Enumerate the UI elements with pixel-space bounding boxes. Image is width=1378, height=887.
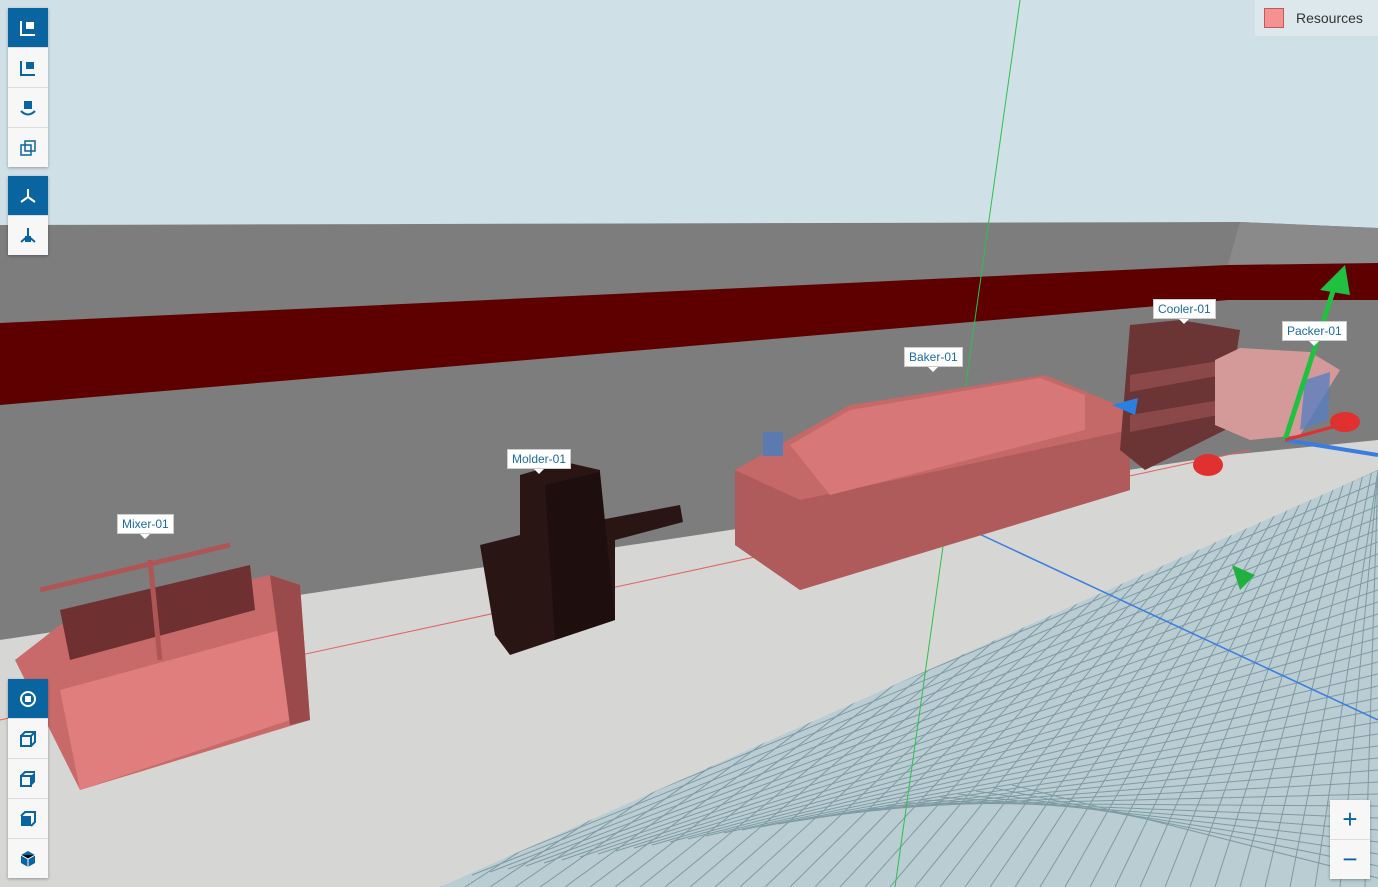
gizmo-rotate-handle[interactable] xyxy=(1193,454,1223,476)
top-view-icon xyxy=(20,810,36,827)
move-object-axes-button[interactable] xyxy=(8,48,48,88)
front-view-button[interactable] xyxy=(8,719,48,759)
rotate-object-button[interactable] xyxy=(8,88,48,128)
legend: Resources xyxy=(1255,0,1378,36)
legend-swatch xyxy=(1264,8,1284,28)
label-baker-01[interactable]: Baker-01 xyxy=(904,347,963,372)
world-axes-icon xyxy=(20,188,36,203)
legend-label: Resources xyxy=(1296,10,1363,26)
rotate-object-icon xyxy=(20,100,36,115)
gizmo-x-handle[interactable] xyxy=(1330,412,1360,432)
transform-toolbar xyxy=(8,8,48,167)
orbit-view-icon xyxy=(20,690,36,707)
scale-object-button[interactable] xyxy=(8,128,48,167)
move-object-axes-icon xyxy=(20,60,35,76)
move-object-button[interactable] xyxy=(8,8,48,48)
move-object-icon xyxy=(20,20,35,36)
world-axes-button[interactable] xyxy=(8,176,48,216)
front-view-icon xyxy=(20,730,36,747)
zoom-out-button[interactable]: − xyxy=(1330,840,1370,879)
orbit-view-button[interactable] xyxy=(8,679,48,719)
top-view-button[interactable] xyxy=(8,799,48,839)
side-view-icon xyxy=(20,770,35,787)
label-packer-01[interactable]: Packer-01 xyxy=(1282,321,1347,346)
label-cooler-01[interactable]: Cooler-01 xyxy=(1153,299,1216,324)
label-mixer-01[interactable]: Mixer-01 xyxy=(117,514,174,539)
iso-view-button[interactable] xyxy=(8,839,48,878)
scale-object-icon xyxy=(20,139,36,156)
iso-view-icon xyxy=(20,850,36,867)
side-wall xyxy=(1228,222,1378,265)
zoom-in-button[interactable]: + xyxy=(1330,800,1370,840)
view-toolbar xyxy=(8,679,48,878)
label-molder-01[interactable]: Molder-01 xyxy=(507,449,572,474)
axis-toolbar xyxy=(8,176,48,255)
side-view-button[interactable] xyxy=(8,759,48,799)
local-axes-icon xyxy=(20,227,36,243)
local-axes-button[interactable] xyxy=(8,216,48,255)
3d-viewport[interactable] xyxy=(0,0,1378,887)
zoom-controls: + − xyxy=(1330,800,1370,879)
